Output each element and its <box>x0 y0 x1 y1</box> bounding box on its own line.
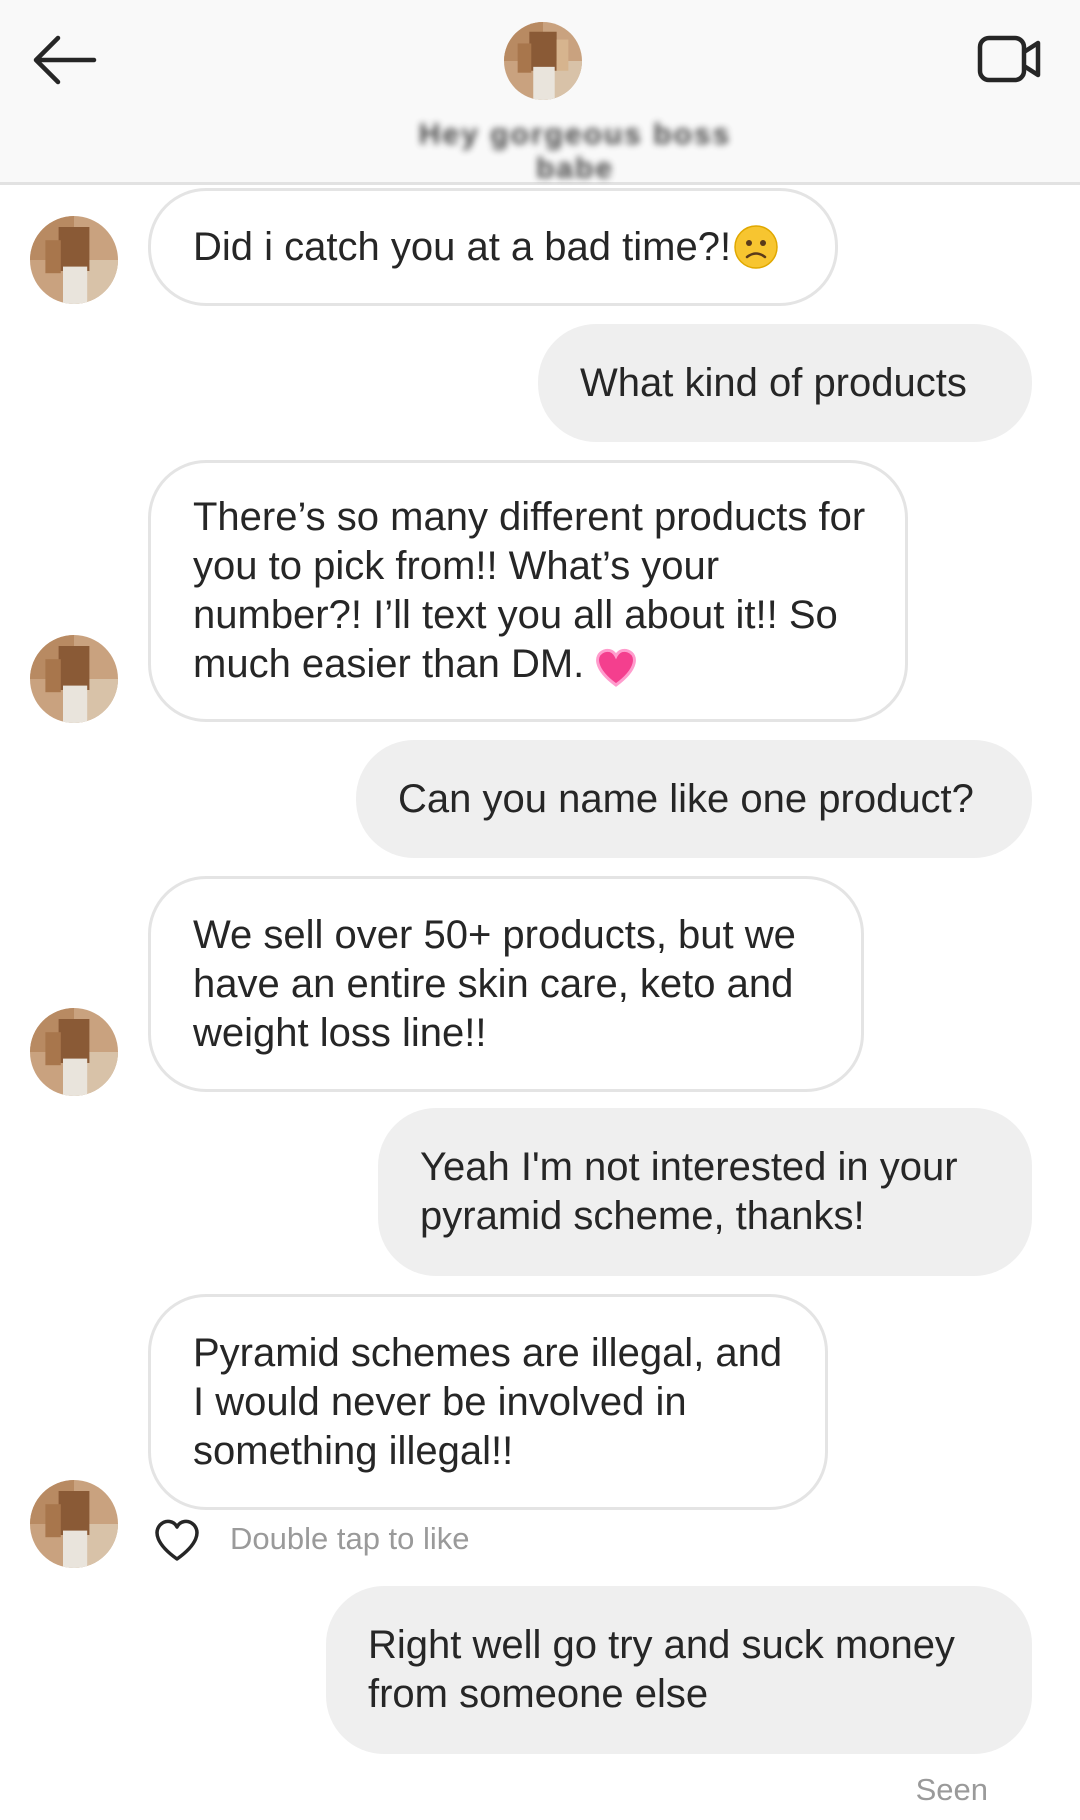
profile-photo <box>504 22 582 100</box>
message-bubble-outgoing[interactable]: Yeah I'm not interested in your pyramid … <box>378 1108 1032 1276</box>
message-bubble-outgoing[interactable]: Can you name like one product? <box>356 740 1032 858</box>
contact-avatar[interactable] <box>504 22 582 100</box>
back-button[interactable] <box>24 28 104 92</box>
message-bubble-incoming[interactable]: There’s so many different products for y… <box>148 460 908 722</box>
message-text: Did i catch you at a bad time?! <box>193 224 732 269</box>
profile-photo <box>30 635 118 723</box>
profile-photo <box>30 216 118 304</box>
message-bubble-outgoing[interactable]: What kind of products <box>538 324 1032 442</box>
contact-name[interactable]: Hey gorgeous boss babe <box>390 118 760 185</box>
like-button[interactable] <box>150 1514 204 1564</box>
message-text: Yeah I'm not interested in your pyramid … <box>420 1145 958 1238</box>
contact-avatar-small[interactable] <box>30 1008 118 1096</box>
message-text: Pyramid schemes are illegal, and I would… <box>193 1330 783 1473</box>
profile-photo <box>30 1008 118 1096</box>
chat-header: Hey gorgeous boss babe <box>0 0 1080 185</box>
contact-avatar-small[interactable] <box>30 1480 118 1568</box>
video-camera-icon <box>977 35 1041 83</box>
heart-outline-icon <box>155 1519 199 1561</box>
message-bubble-incoming[interactable]: We sell over 50+ products, but we have a… <box>148 876 864 1092</box>
message-bubble-outgoing[interactable]: Right well go try and suck money from so… <box>326 1586 1032 1754</box>
contact-avatar-small[interactable] <box>30 635 118 723</box>
pink-heart-icon <box>596 649 637 688</box>
message-text: There’s so many different products for y… <box>193 493 867 689</box>
arrow-left-icon <box>33 35 97 85</box>
seen-status: Seen <box>915 1772 988 1807</box>
slightly-frowning-face-icon <box>734 225 778 269</box>
double-tap-hint: Double tap to like <box>230 1521 470 1556</box>
message-text: We sell over 50+ products, but we have a… <box>193 912 796 1055</box>
message-bubble-incoming[interactable]: Did i catch you at a bad time?! <box>148 188 838 306</box>
message-text: What kind of products <box>580 360 967 405</box>
contact-avatar-small[interactable] <box>30 216 118 304</box>
video-call-button[interactable] <box>970 28 1050 92</box>
like-row: Double tap to like <box>150 1514 470 1564</box>
message-text: Right well go try and suck money from so… <box>368 1623 955 1716</box>
message-text: Can you name like one product? <box>398 776 974 821</box>
message-bubble-incoming[interactable]: Pyramid schemes are illegal, and I would… <box>148 1294 828 1510</box>
profile-photo <box>30 1480 118 1568</box>
